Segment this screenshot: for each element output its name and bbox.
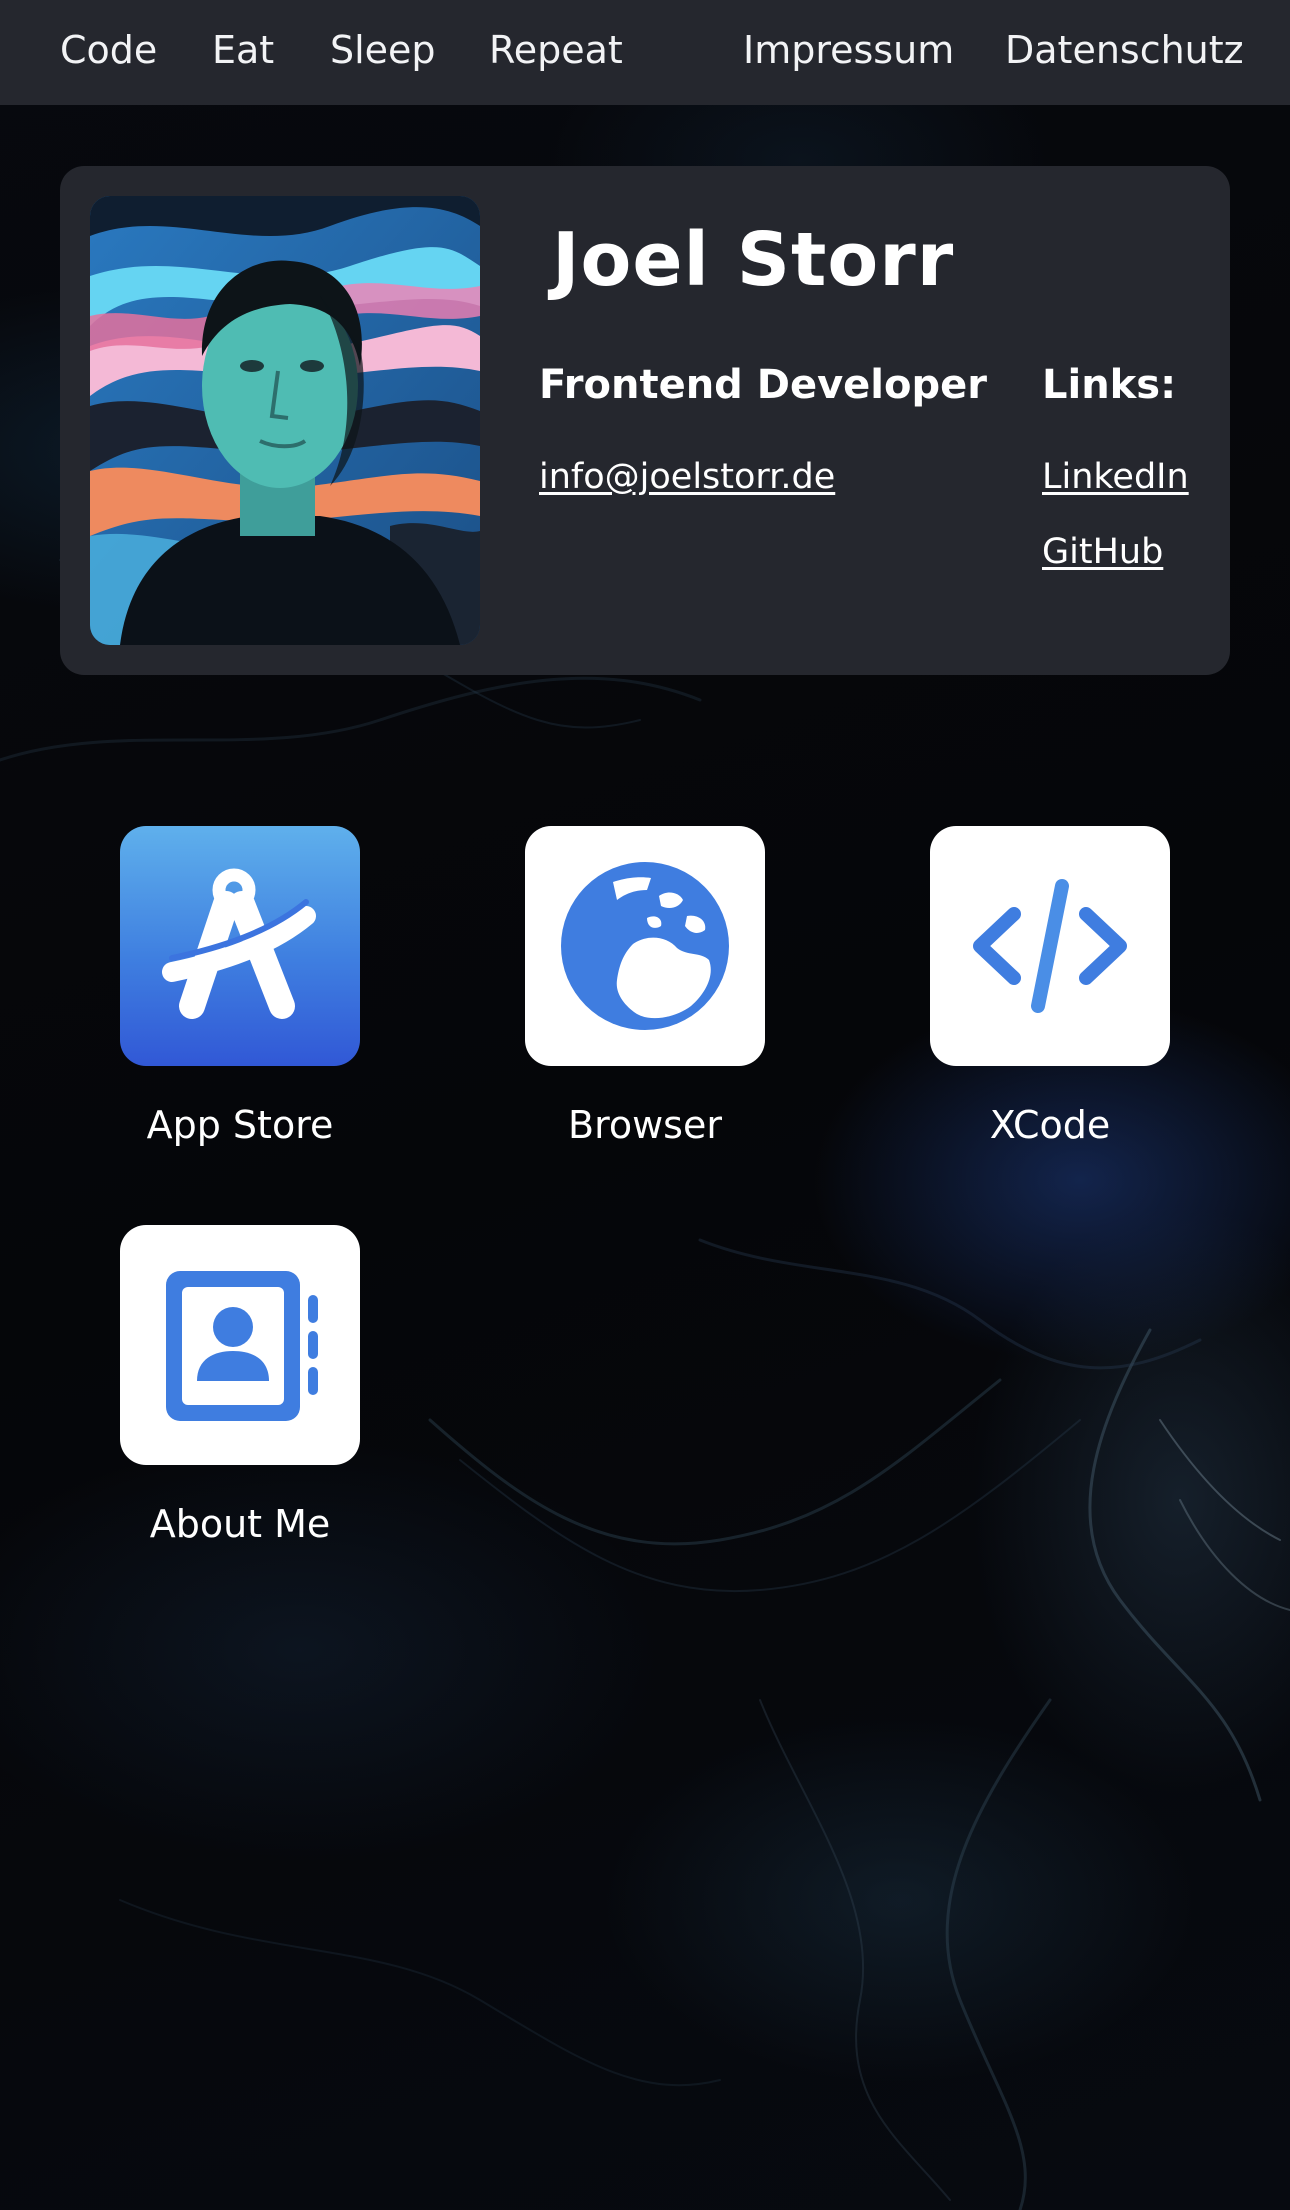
- linkedin-link[interactable]: LinkedIn: [1042, 455, 1189, 499]
- profile-photo: [90, 196, 480, 645]
- browser-label: Browser: [568, 1103, 722, 1147]
- about-me-label: About Me: [149, 1502, 331, 1546]
- profile-card: Joel Storr Frontend Developer info@joels…: [60, 166, 1230, 675]
- browser-tile[interactable]: [525, 826, 765, 1066]
- nav-link-impressum[interactable]: Impressum: [743, 26, 954, 74]
- contact-book-icon: [166, 1271, 318, 1421]
- links-heading: Links:: [1042, 362, 1177, 408]
- app-store-tile[interactable]: [120, 826, 360, 1066]
- app-store-icon: [162, 868, 316, 1019]
- top-navigation: Code Eat Sleep Repeat Impressum Datensch…: [0, 0, 1290, 105]
- nav-link-eat[interactable]: Eat: [212, 26, 274, 74]
- nav-link-repeat[interactable]: Repeat: [489, 26, 623, 74]
- nav-link-sleep[interactable]: Sleep: [330, 26, 436, 74]
- app-store-label: App Store: [146, 1103, 334, 1147]
- profile-role: Frontend Developer: [539, 362, 987, 408]
- nav-link-code[interactable]: Code: [60, 26, 157, 74]
- nav-link-datenschutz[interactable]: Datenschutz: [1005, 26, 1244, 74]
- github-link[interactable]: GitHub: [1042, 530, 1163, 574]
- profile-name: Joel Storr: [552, 217, 955, 303]
- about-me-tile[interactable]: [120, 1225, 360, 1465]
- email-link[interactable]: info@joelstorr.de: [539, 455, 835, 499]
- xcode-label: XCode: [989, 1103, 1111, 1147]
- globe-icon: [561, 862, 729, 1030]
- xcode-tile[interactable]: [930, 826, 1170, 1066]
- code-icon: [973, 879, 1127, 1013]
